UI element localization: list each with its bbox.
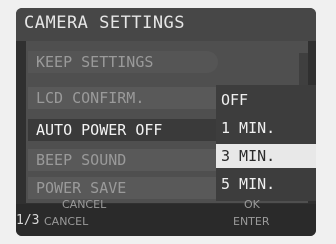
dropdown-option-off[interactable]: OFF [216, 88, 316, 112]
dropdown-option-5-min[interactable]: 5 MIN. [216, 172, 316, 196]
menu-item-power-save[interactable]: POWER SAVE [28, 177, 216, 199]
menu-item-lcd-confirm[interactable]: LCD CONFIRM. [28, 87, 216, 109]
page-title: CAMERA SETTINGS [24, 13, 186, 33]
menu-item-keep-settings[interactable]: KEEP SETTINGS [28, 51, 218, 73]
enter-hint[interactable]: ENTER [233, 215, 270, 228]
ok-hint[interactable]: OK [244, 198, 260, 211]
auto-power-off-dropdown: OFF 1 MIN. 3 MIN. 5 MIN. [216, 85, 316, 201]
dropdown-option-3-min-selected[interactable]: 3 MIN. [216, 144, 316, 168]
camera-lcd-screen: CAMERA SETTINGS KEEP SETTINGS LCD CONFIR… [16, 8, 316, 236]
menu-item-auto-power-off[interactable]: AUTO POWER OFF [28, 119, 216, 141]
cancel-hint-bottom[interactable]: CANCEL [44, 215, 88, 228]
cancel-hint-top[interactable]: CANCEL [62, 198, 106, 211]
page-indicator: 1/3 [16, 213, 40, 228]
menu-item-beep-sound[interactable]: BEEP SOUND [28, 149, 216, 171]
dropdown-option-1-min[interactable]: 1 MIN. [216, 116, 316, 140]
